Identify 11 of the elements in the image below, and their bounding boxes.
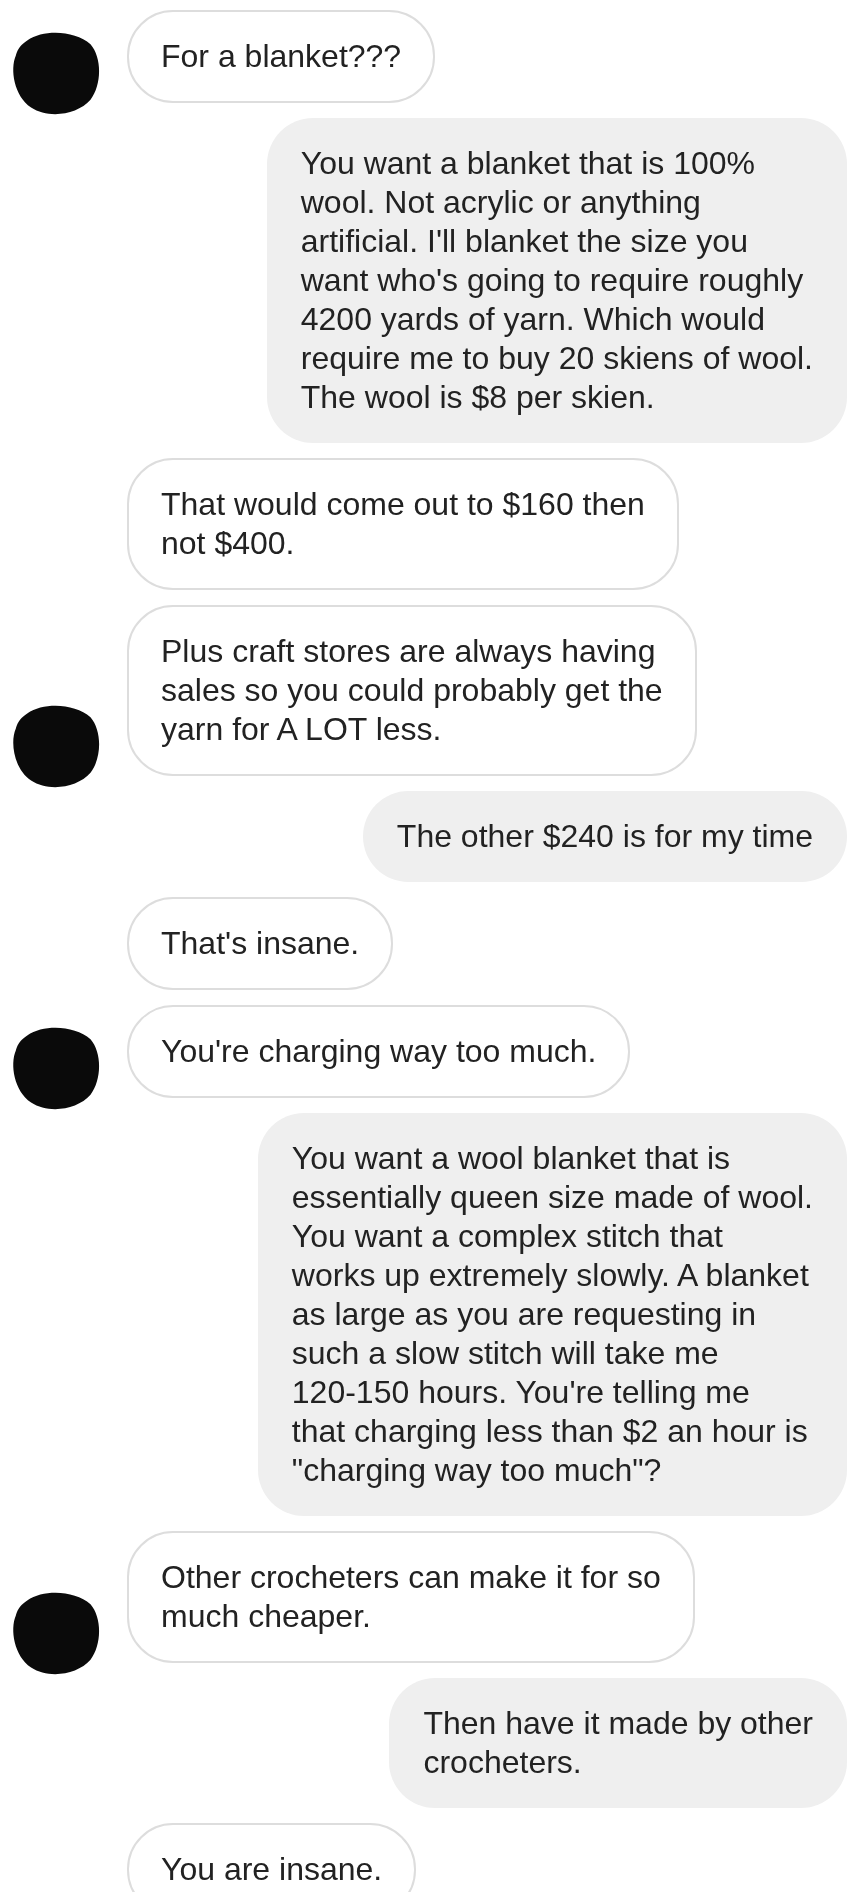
message-bubble: Then have it made by other crocheters.	[389, 1678, 847, 1808]
message-bubble: You're charging way too much.	[127, 1005, 631, 1098]
message-bubble: That would come out to $160 then not $400.	[127, 458, 679, 590]
message-bubble: The other $240 is for my time	[362, 791, 847, 882]
message-bubble: Other crocheters can make it for so much cheaper.	[127, 1531, 695, 1663]
message-bubble: You want a wool blanket that is essentially queen size made of wool. You want a complex stitch that works up extremely slowly. A blanket as large as you are requesting in such a slow stitch will take me 120-150 hours. You're telling me that charging less than $2 an hour is "charging way too much"?	[257, 1113, 847, 1516]
message-bubble: You are insane.	[127, 1823, 417, 1892]
message-bubble: Plus craft stores are always having sales so you could probably get the yarn for A LOT less.	[127, 605, 697, 776]
message-bubble: For a blanket???	[127, 10, 436, 103]
message-bubble: You want a blanket that is 100% wool. Not acrylic or anything artificial. I'll blanket the size you want who's going to require roughly 4200 yards of yarn. Which would require me to buy 20 skiens of wool. The wool is $8 per skien.	[266, 118, 847, 443]
message-bubble: That's insane.	[127, 897, 394, 990]
